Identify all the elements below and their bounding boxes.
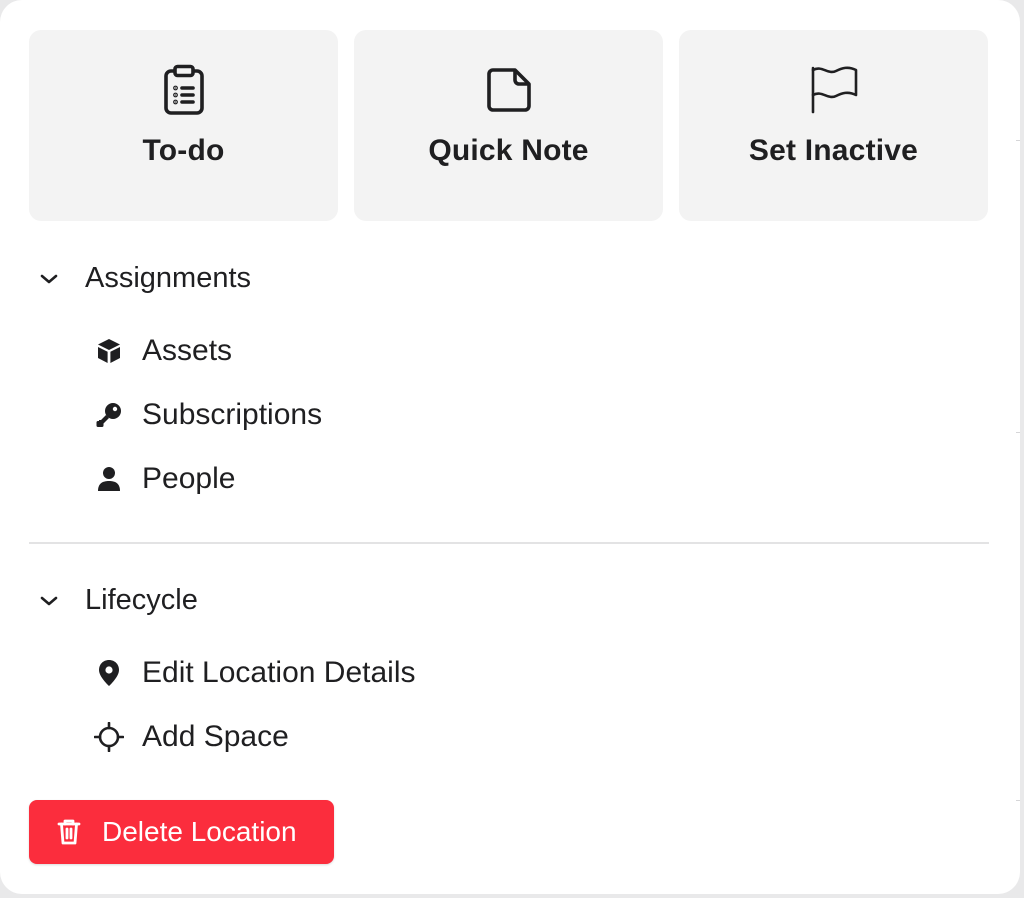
chevron-down-icon: [36, 266, 62, 292]
map-pin-icon: [94, 658, 124, 688]
delete-location-button[interactable]: Delete Location: [29, 800, 334, 864]
menu-item-subscriptions[interactable]: Subscriptions: [94, 398, 322, 432]
section-title: Lifecycle: [85, 584, 198, 616]
note-icon: [485, 64, 533, 116]
quick-note-label: Quick Note: [428, 134, 589, 167]
todo-label: To-do: [142, 134, 225, 167]
quick-actions: To-do Quick Note Set Inactive: [29, 30, 988, 221]
assignments-section-toggle[interactable]: Assignments: [36, 262, 251, 295]
menu-item-add-space[interactable]: Add Space: [94, 720, 289, 754]
section-title: Assignments: [85, 262, 252, 294]
crosshair-icon: [94, 722, 124, 752]
section-divider: [29, 542, 989, 544]
chevron-down-icon: [36, 588, 62, 614]
actions-panel: To-do Quick Note Set Inactive Assignment…: [0, 0, 1020, 894]
menu-item-people[interactable]: People: [94, 462, 235, 496]
clipboard-list-icon: [160, 64, 208, 116]
menu-item-label: People: [142, 462, 236, 495]
flag-icon: [810, 64, 858, 116]
menu-item-assets[interactable]: Assets: [94, 334, 232, 368]
cube-icon: [94, 336, 124, 366]
menu-item-label: Assets: [142, 334, 233, 367]
menu-item-label: Edit Location Details: [142, 656, 416, 689]
backdrop-line: [1016, 432, 1020, 433]
trash-icon: [56, 817, 82, 847]
delete-location-label: Delete Location: [102, 816, 297, 847]
backdrop-line: [1016, 140, 1020, 141]
lifecycle-section-toggle[interactable]: Lifecycle: [36, 584, 198, 617]
person-icon: [94, 464, 124, 494]
quick-note-button[interactable]: Quick Note: [354, 30, 663, 221]
menu-item-label: Subscriptions: [142, 398, 323, 431]
menu-item-edit-location-details[interactable]: Edit Location Details: [94, 656, 416, 690]
backdrop-line: [1016, 800, 1020, 801]
key-icon: [94, 400, 124, 430]
todo-button[interactable]: To-do: [29, 30, 338, 221]
set-inactive-button[interactable]: Set Inactive: [679, 30, 988, 221]
menu-item-label: Add Space: [142, 720, 289, 753]
set-inactive-label: Set Inactive: [748, 134, 919, 167]
